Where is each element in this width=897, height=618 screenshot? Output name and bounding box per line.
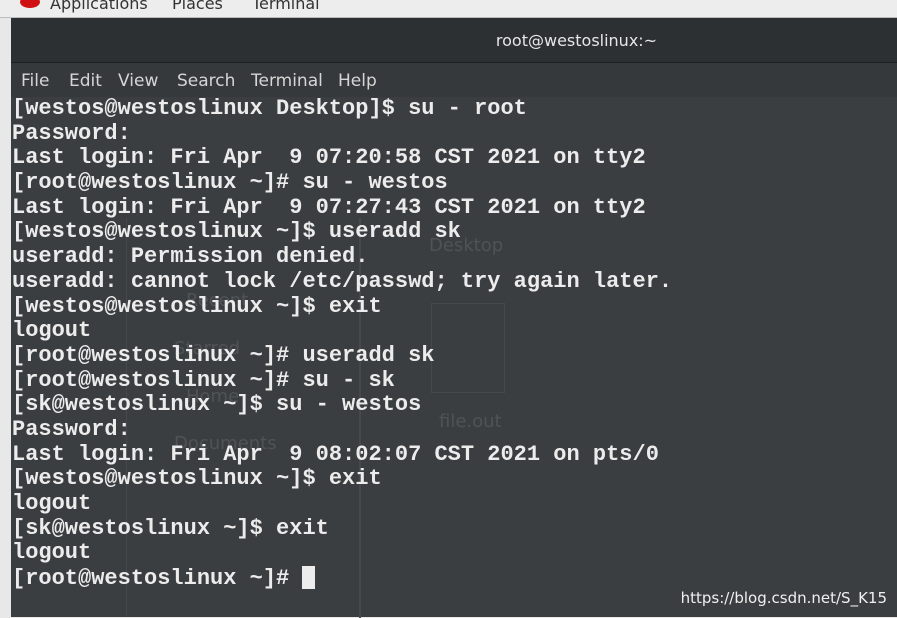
prompt-line[interactable]: [root@westoslinux ~]# — [12, 566, 892, 591]
cursor — [302, 566, 316, 590]
terminal-line: Last login: Fri Apr 9 07:27:43 CST 2021 … — [12, 194, 646, 220]
menu-view[interactable]: View — [118, 71, 158, 91]
menu-terminal[interactable]: Terminal — [251, 71, 323, 91]
window-titlebar[interactable]: root@westoslinux:~ — [11, 18, 897, 63]
menu-help[interactable]: Help — [338, 71, 377, 91]
terminal-line: [sk@westoslinux ~]$ exit — [12, 515, 329, 541]
menu-file[interactable]: File — [21, 71, 49, 91]
terminal-line: [westos@westoslinux ~]$ exit — [12, 466, 382, 492]
terminal-window: root@westoslinux:~ File Edit View Search… — [11, 18, 897, 618]
terminal-line: [root@westoslinux ~]# su - westos — [12, 170, 448, 196]
menu-edit[interactable]: Edit — [69, 71, 102, 91]
terminal-line: [sk@westoslinux ~]$ su - westos — [12, 392, 422, 418]
window-title: root@westoslinux:~ — [495, 31, 658, 50]
places-menu[interactable]: Places — [172, 0, 223, 13]
watermark: https://blog.csdn.net/S_K15 — [680, 589, 887, 607]
terminal-line: logout — [12, 540, 92, 566]
terminal-line: logout — [12, 491, 92, 516]
terminal-line: [westos@westoslinux ~]$ useradd sk — [12, 219, 461, 245]
terminal-line: [westos@westoslinux ~]$ exit — [12, 293, 382, 319]
terminal-app-menu[interactable]: Terminal — [252, 0, 320, 13]
terminal-line: Last login: Fri Apr 9 08:02:07 CST 2021 … — [12, 441, 659, 467]
terminal-line: [root@westoslinux ~]# useradd sk — [12, 342, 435, 368]
terminal-line: [root@westoslinux ~]# su - sk — [12, 367, 395, 393]
terminal-line: useradd: cannot lock /etc/passwd; try ag… — [12, 268, 673, 294]
terminal-line: Password: — [12, 416, 131, 442]
menu-search[interactable]: Search — [177, 71, 235, 91]
prompt: [root@westoslinux ~]# — [12, 566, 303, 592]
redhat-logo-icon[interactable] — [20, 0, 40, 8]
terminal-line: Last login: Fri Apr 9 07:20:58 CST 2021 … — [12, 145, 646, 171]
applications-menu[interactable]: Applications — [50, 0, 148, 13]
top-bar: Applications Places Terminal — [0, 0, 897, 18]
terminal-line: Password: — [12, 120, 131, 146]
terminal-output[interactable]: [westos@westoslinux Desktop]$ su - root P… — [12, 96, 892, 591]
terminal-line: [westos@westoslinux Desktop]$ su - root — [12, 96, 527, 121]
terminal-line: logout — [12, 318, 92, 344]
menu-bar: File Edit View Search Terminal Help — [11, 63, 897, 97]
terminal-line: useradd: Permission denied. — [12, 244, 369, 270]
